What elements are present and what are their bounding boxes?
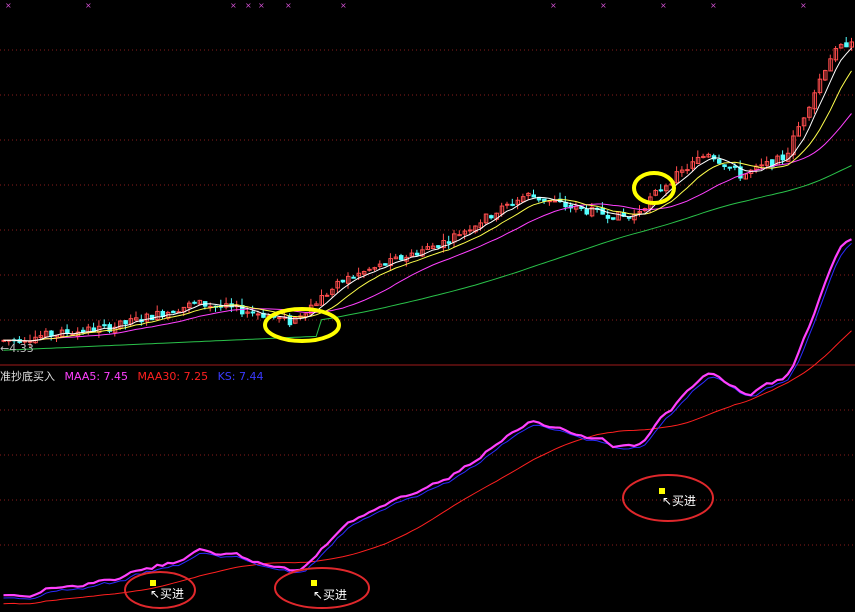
indicator-legend: 准抄底买入 MAA5: 7.45 MAA30: 7.25 KS: 7.44 [0, 368, 269, 384]
candle-down [626, 216, 632, 219]
top-marker: × [710, 1, 717, 10]
annotations [124, 171, 714, 609]
low-price-label: ←4.33 [0, 342, 34, 355]
ma20-line [3, 113, 852, 342]
candle-down [383, 263, 388, 266]
candle-up [467, 229, 473, 232]
candle-down [510, 203, 515, 206]
candle-down [489, 215, 494, 219]
maa5-line [3, 238, 852, 598]
candle-down [399, 255, 404, 260]
maa5-label: MAA5: 7.45 [64, 370, 129, 383]
moving-averages [3, 47, 852, 351]
candle-down [531, 194, 536, 198]
buy-label-3: ↖买进 [662, 494, 697, 508]
candle-up [324, 294, 330, 297]
candle-down [658, 189, 664, 192]
candle-down [722, 164, 727, 168]
candle-up [552, 200, 558, 203]
ks-label: KS: 7.44 [217, 370, 264, 383]
candle-up [685, 169, 690, 172]
top-marker: × [800, 1, 807, 10]
candle-down [436, 245, 441, 248]
candle-down [727, 166, 733, 169]
stock-chart: × × × × × × × × × × × × [0, 1, 855, 609]
top-marker: × [340, 1, 347, 10]
price-highlight-circle [263, 307, 341, 343]
indicator-lines [3, 238, 852, 605]
candle-up [255, 313, 261, 316]
candle-down [250, 311, 256, 314]
candle-down [780, 154, 786, 161]
top-marker: × [660, 1, 667, 10]
top-marker: × [285, 1, 292, 10]
candle-down [340, 279, 346, 283]
candle-down [192, 301, 197, 304]
candle-up [759, 164, 764, 167]
candle-down [123, 320, 128, 325]
candle-down [605, 215, 611, 219]
candle-down [171, 310, 176, 314]
grid-lines: × × × × × × × × × × × × [0, 1, 855, 546]
candle-up [505, 203, 510, 206]
candle-up [277, 317, 282, 320]
top-marker: × [230, 1, 237, 10]
candle-down [351, 276, 356, 279]
candle-down [611, 217, 616, 220]
buy-label-1: ↖买进 [150, 587, 185, 601]
candle-down [844, 42, 849, 48]
top-marker: × [85, 1, 92, 10]
candle-down [414, 252, 420, 256]
candle-down [584, 208, 589, 215]
ks-line [3, 242, 852, 600]
top-marker: × [258, 1, 265, 10]
indicator-name: 准抄底买入 [0, 370, 55, 383]
candle-down [287, 315, 293, 326]
candlesticks [1, 36, 854, 348]
candle-down [717, 158, 722, 164]
top-marker: × [550, 1, 557, 10]
top-marker: × [5, 1, 12, 10]
buy-label-2: ↖买进 [313, 588, 348, 602]
maa30-label: MAA30: 7.25 [137, 370, 209, 383]
candle-down [446, 241, 452, 244]
candle-down [102, 324, 107, 327]
candle-down [49, 330, 54, 337]
candle-up [367, 268, 372, 271]
top-marker: × [600, 1, 607, 10]
top-marker: × [245, 1, 252, 10]
